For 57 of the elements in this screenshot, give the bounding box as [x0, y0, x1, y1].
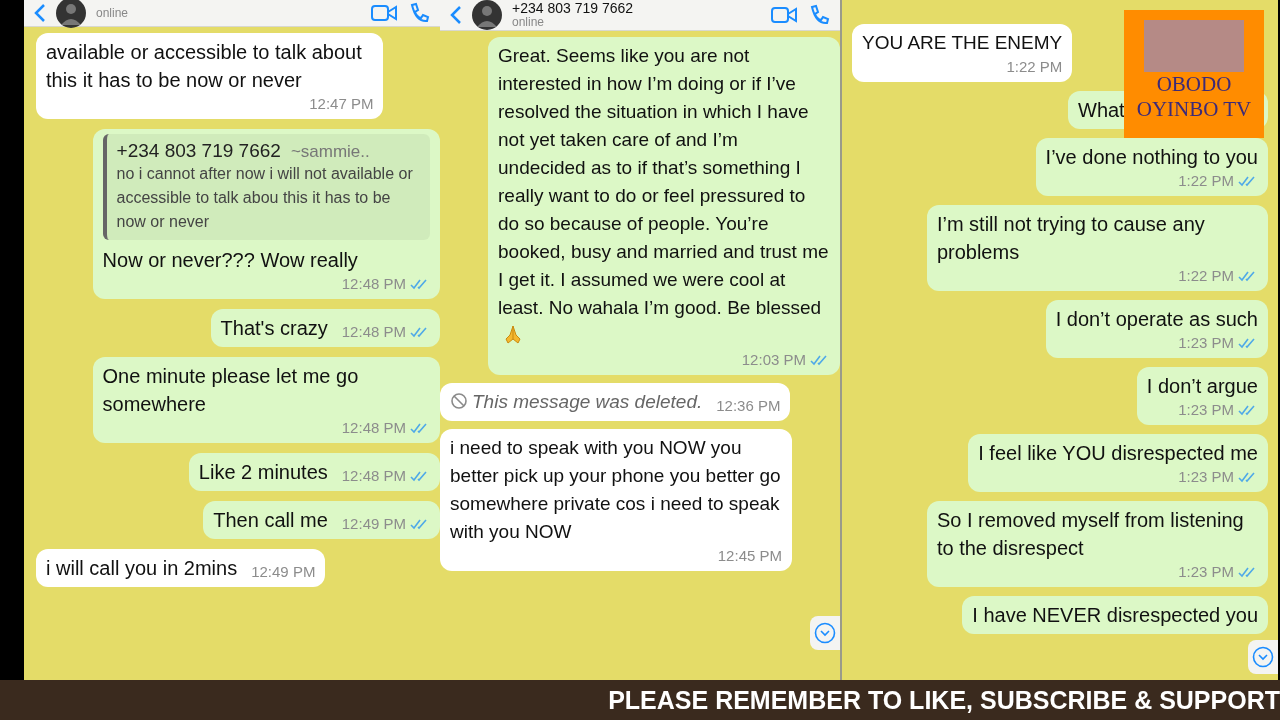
quoted-author: +234 803 719 7662 [116, 140, 281, 162]
logo-title: OBODO OYINBO TV [1135, 72, 1253, 122]
contact-name: +234 803 719 7662 [512, 1, 635, 17]
message-text: What [1078, 99, 1125, 121]
message-text: I have NEVER disrespected you [972, 604, 1258, 626]
message-text: YOU ARE THE ENEMY [862, 32, 1063, 53]
message-time: 12:48 PM [341, 274, 406, 294]
chevron-down-icon [1252, 646, 1274, 668]
message-time: 12:47 PM [309, 94, 374, 114]
back-icon[interactable] [450, 5, 462, 25]
message-text: I’ve done nothing to you [1045, 146, 1258, 168]
video-call-icon[interactable] [370, 3, 398, 23]
message-text: I’m still not trying to cause any problems [936, 213, 1205, 263]
quoted-text: no i cannot after now i will not available or accessible to talk abou this it has to be now or never [116, 164, 414, 232]
quoted-alias: ~sammie.. [290, 142, 370, 162]
message-text: i need to speak with you NOW you better pick up your phone you better go somewhere private cos i need to speak with you NOW [450, 437, 781, 542]
back-icon[interactable] [34, 3, 46, 23]
message-text: That's crazy [220, 317, 328, 339]
message-time: 12:36 PM [716, 396, 781, 416]
scroll-down-button[interactable] [810, 616, 840, 650]
message-time: 12:48 PM [341, 322, 406, 342]
message-text: One minute please let me go somewhere [102, 365, 359, 415]
contact-status: online [96, 6, 130, 20]
message-time: 1:23 PM [1178, 467, 1234, 487]
message-text: I don’t operate as such [1055, 308, 1258, 330]
avatar-icon [472, 0, 502, 30]
message-time: 1:23 PM [1178, 562, 1234, 582]
message-text: available or accessible to talk about this it has to be now or never [46, 41, 362, 91]
message-text: I feel like YOU disrespected me [978, 442, 1258, 464]
blocked-icon [450, 392, 468, 410]
message-time: 12:03 PM [741, 350, 806, 370]
contact-status: online [512, 16, 546, 29]
phone-icon[interactable] [408, 2, 430, 24]
message-text: I don’t argue [1146, 375, 1258, 397]
message-time: 1:22 PM [1006, 57, 1063, 77]
message-text: Then call me [213, 509, 328, 531]
message-time: 12:49 PM [251, 562, 316, 582]
message-time: 1:23 PM [1178, 333, 1234, 353]
phone-icon[interactable] [808, 4, 830, 26]
message-time: 1:22 PM [1178, 171, 1234, 191]
message-text: i will call you in 2mins [46, 557, 238, 579]
message-time: 12:48 PM [341, 466, 406, 486]
avatar-icon [56, 0, 86, 28]
message-text: This message was deleted. [472, 391, 703, 412]
message-time: 12:48 PM [341, 418, 406, 438]
scroll-down-button[interactable] [1248, 640, 1278, 674]
message-text: Great. Seems like you are not interested in how I’m doing or if I’ve resolved the situation in which I have not yet taken care of and I’m undecided as to if that’s something I really want to do or feel pressured to do so because of people. You’re booked, busy and married and trust me I get it. I assumed we were cool at least. No wahala I’m good. Be blessed [498, 45, 829, 318]
banner-text: PLEASE REMEMBER TO LIKE, SUBSCRIBE & SUPPORT [608, 685, 1280, 715]
video-call-icon[interactable] [770, 5, 798, 25]
chevron-down-icon [814, 622, 836, 644]
message-text: Like 2 minutes [198, 461, 328, 483]
message-time: 1:23 PM [1178, 400, 1234, 420]
message-time: 12:49 PM [341, 514, 406, 534]
message-text: Now or never??? Wow really [102, 249, 358, 271]
message-text: So I removed myself from listening to the disrespect [936, 509, 1244, 559]
message-time: 1:22 PM [1178, 266, 1234, 286]
message-time: 12:45 PM [717, 546, 782, 566]
